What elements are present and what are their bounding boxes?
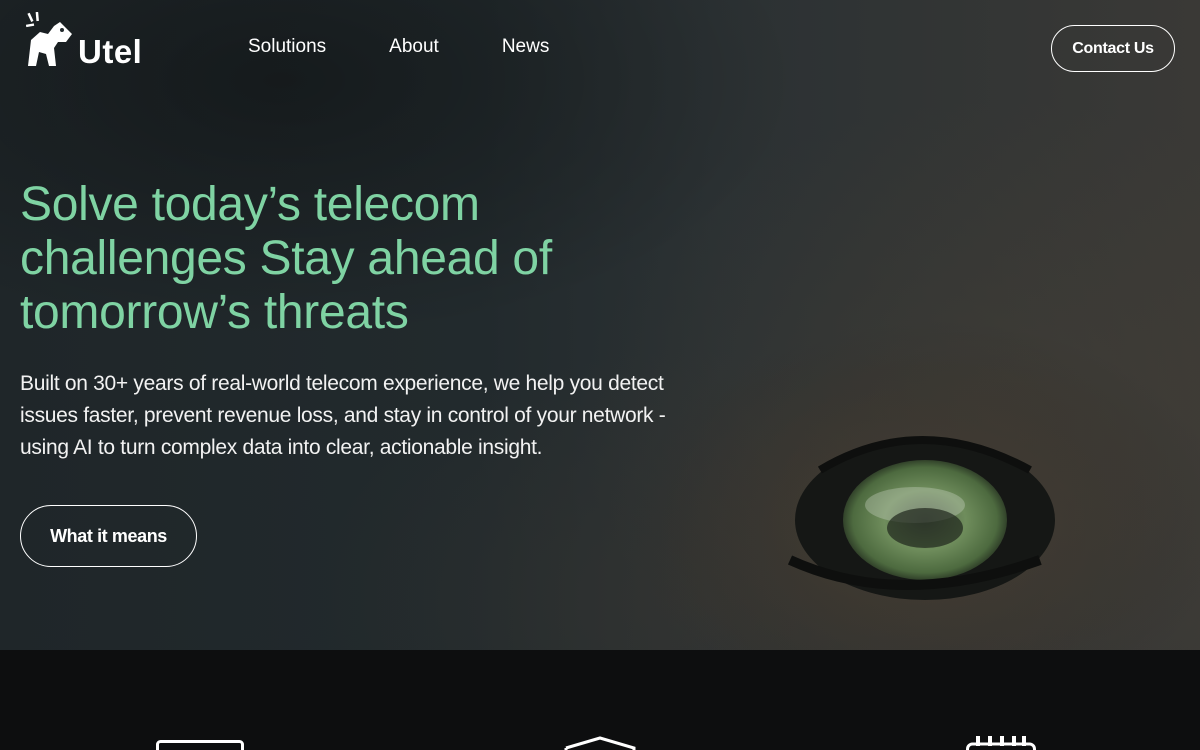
main-nav: Solutions About News [248,36,612,58]
monitor-icon [156,740,244,750]
contact-us-button[interactable]: Contact Us [1051,25,1175,72]
what-it-means-button[interactable]: What it means [20,505,197,567]
nav-item-news[interactable]: News [502,36,550,58]
hero-headline: Solve today’s telecom challenges Stay ah… [20,178,552,339]
hero-description: Built on 30+ years of real-world telecom… [20,372,666,459]
shield-icon [564,736,636,750]
brand-name: Utel [78,33,143,70]
brand-logo[interactable]: Utel [26,12,142,68]
dog-mascot-icon [26,12,72,66]
chip-icon [966,736,1036,750]
nav-item-solutions[interactable]: Solutions [248,36,326,58]
hero-section: Utel Solutions About News Contact Us Sol… [0,0,1200,650]
nav-item-about[interactable]: About [389,36,439,58]
features-section [0,650,1200,750]
